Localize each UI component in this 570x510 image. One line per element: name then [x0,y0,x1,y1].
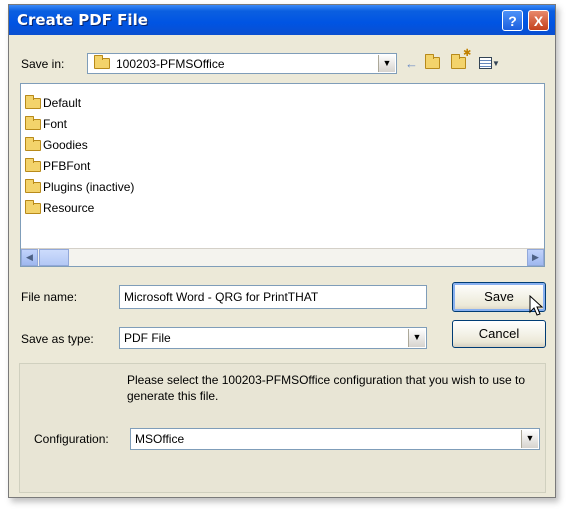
scroll-thumb[interactable] [39,249,69,266]
list-item[interactable]: Font [25,115,67,133]
back-arrow-icon[interactable]: ← [405,56,418,71]
folder-icon [25,200,41,215]
folder-icon [25,116,41,131]
horizontal-scrollbar[interactable]: ◀ ▶ [21,248,544,266]
title-bar[interactable]: Create PDF File ? X [9,5,555,35]
save-as-type-label: Save as type: [21,332,94,346]
create-pdf-dialog: Create PDF File ? X Save in: 100203-PFMS… [8,4,556,498]
folder-icon [25,95,41,110]
list-item[interactable]: Plugins (inactive) [25,178,134,196]
list-item[interactable]: Resource [25,199,94,217]
list-item[interactable]: Default [25,94,81,112]
save-in-dropdown[interactable]: 100203-PFMSOffice ▼ [87,53,397,74]
scroll-right-icon[interactable]: ▶ [527,249,544,266]
close-button[interactable]: X [528,10,549,31]
chevron-down-icon[interactable]: ▼ [408,329,425,347]
view-menu-icon[interactable]: ▼ [479,54,500,69]
list-item[interactable]: PFBFont [25,157,90,175]
save-in-value: 100203-PFMSOffice [116,57,225,71]
new-folder-icon[interactable]: ✱ [451,48,471,69]
chevron-down-icon[interactable]: ▼ [521,430,538,448]
configuration-group: Please select the 100203-PFMSOffice conf… [19,363,546,493]
chevron-down-icon[interactable]: ▼ [378,55,395,72]
cancel-button[interactable]: Cancel [452,320,546,348]
save-in-label: Save in: [21,57,65,71]
configuration-label: Configuration: [34,432,109,446]
file-name-label: File name: [21,290,78,304]
folder-icon [25,137,41,152]
configuration-message: Please select the 100203-PFMSOffice conf… [127,373,526,403]
mouse-cursor-icon [529,295,544,316]
save-as-type-value: PDF File [124,331,171,345]
up-folder-icon[interactable] [425,53,440,69]
list-item[interactable]: Goodies [25,136,88,154]
save-as-type-dropdown[interactable]: PDF File ▼ [119,327,427,349]
file-name-field[interactable]: Microsoft Word - QRG for PrintTHAT [119,285,427,309]
configuration-value: MSOffice [135,432,185,446]
window-title: Create PDF File [17,11,148,29]
folder-icon [25,179,41,194]
folder-icon [25,158,41,173]
file-list[interactable]: Default Font Goodies PFBFont Plugins (in… [20,83,545,267]
configuration-dropdown[interactable]: MSOffice ▼ [130,428,540,450]
folder-icon [94,55,110,69]
scroll-left-icon[interactable]: ◀ [21,249,38,266]
help-button[interactable]: ? [502,10,523,31]
